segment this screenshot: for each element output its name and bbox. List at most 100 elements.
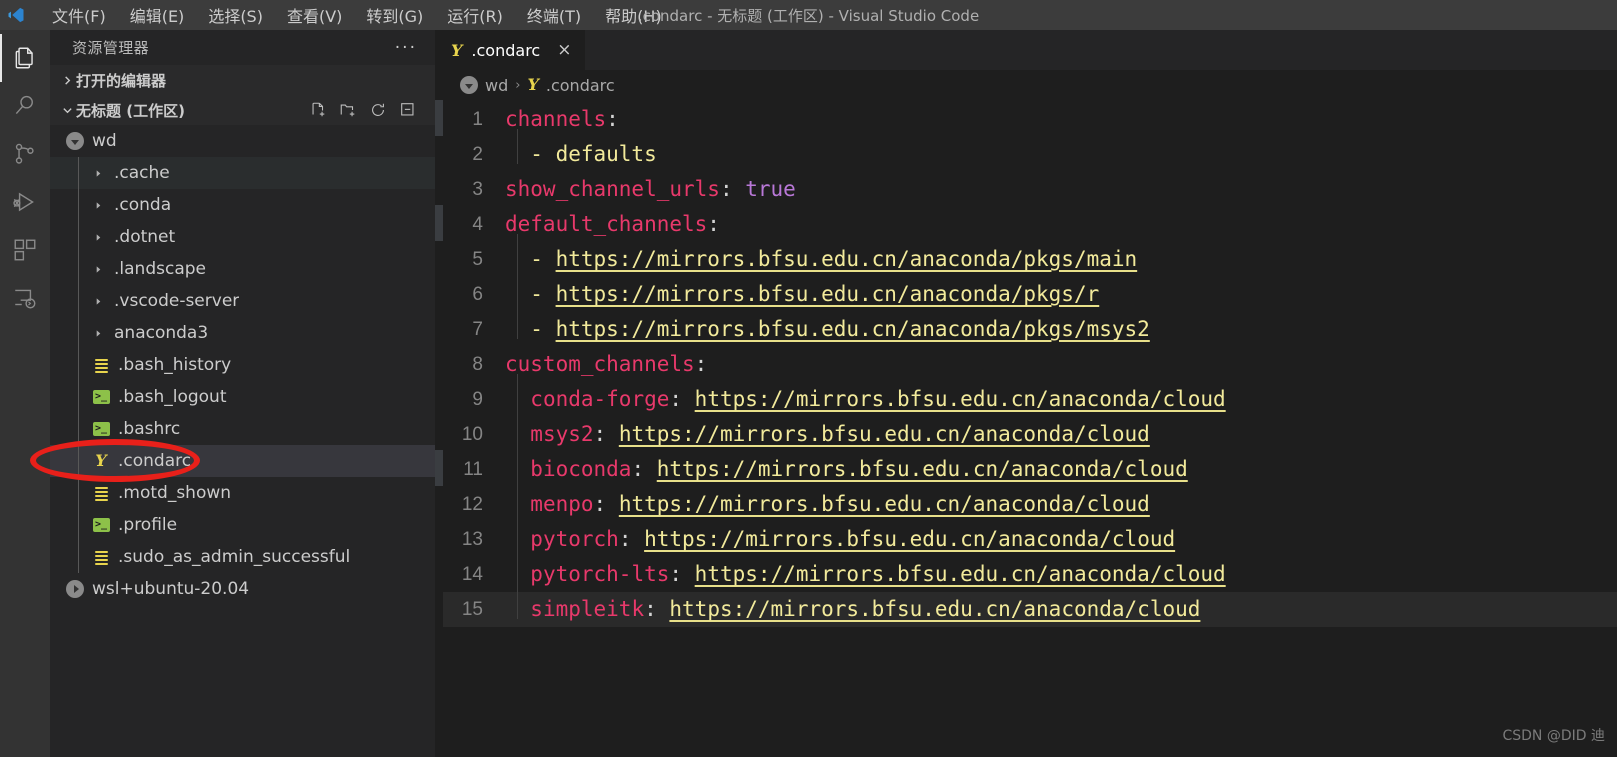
token-link[interactable]: https://mirrors.bfsu.edu.cn/anaconda/clo… xyxy=(695,387,1226,411)
token-key: menpo xyxy=(530,492,594,516)
token-link[interactable]: https://mirrors.bfsu.edu.cn/anaconda/pkg… xyxy=(556,282,1100,306)
code-line[interactable]: 9 conda-forge: https://mirrors.bfsu.edu.… xyxy=(443,374,1617,417)
activity-source-control[interactable] xyxy=(0,130,50,178)
breadcrumb-item-file[interactable]: .condarc xyxy=(546,76,615,95)
tree-row-wsl+ubuntu-20.04[interactable]: wsl+ubuntu-20.04 xyxy=(50,573,435,605)
token-link[interactable]: https://mirrors.bfsu.edu.cn/anaconda/clo… xyxy=(657,457,1188,481)
code-line[interactable]: 15 simpleitk: https://mirrors.bfsu.edu.c… xyxy=(443,584,1617,627)
code-line[interactable]: 8 custom_channels: xyxy=(443,347,1617,382)
code-line[interactable]: 14 pytorch-lts: https://mirrors.bfsu.edu… xyxy=(443,549,1617,592)
tree-row-.condarc[interactable]: Y .condarc xyxy=(50,445,435,477)
activity-explorer[interactable] xyxy=(0,34,50,82)
collapse-all-icon[interactable] xyxy=(399,101,417,119)
menu-run[interactable]: 运行(R) xyxy=(435,0,515,30)
code-line[interactable]: 2 - defaults xyxy=(443,129,1617,172)
menu-selection[interactable]: 选择(S) xyxy=(196,0,275,30)
tree-indent-guide xyxy=(78,157,79,189)
token-link[interactable]: https://mirrors.bfsu.edu.cn/anaconda/clo… xyxy=(695,562,1226,586)
tree-row-.dotnet[interactable]: .dotnet xyxy=(50,221,435,253)
section-workspace-label: 无标题 (工作区) xyxy=(76,101,185,120)
decoration-mark xyxy=(435,205,443,241)
menu-go[interactable]: 转到(G) xyxy=(354,0,435,30)
tree-row-.sudo_as_admin_successful[interactable]: .sudo_as_admin_successful xyxy=(50,541,435,573)
token-link[interactable]: https://mirrors.bfsu.edu.cn/anaconda/clo… xyxy=(619,492,1150,516)
code-lines[interactable]: 1 channels: 2 - defaults 3 show_channel_urls… xyxy=(443,100,1617,757)
token-link[interactable]: https://mirrors.bfsu.edu.cn/anaconda/clo… xyxy=(619,422,1150,446)
tree-row-label: .sudo_as_admin_successful xyxy=(118,547,351,567)
tree-row-.bashrc[interactable]: >_ .bashrc xyxy=(50,413,435,445)
chevron-right-icon[interactable] xyxy=(90,265,106,274)
code-line[interactable]: 5 - https://mirrors.bfsu.edu.cn/anaconda… xyxy=(443,234,1617,277)
chevron-right-icon[interactable] xyxy=(90,233,106,242)
token-link[interactable]: https://mirrors.bfsu.edu.cn/anaconda/pkg… xyxy=(556,317,1150,341)
tab-condarc[interactable]: Y .condarc × xyxy=(435,30,586,70)
code-text: pytorch-lts: https://mirrors.bfsu.edu.cn… xyxy=(505,549,1226,592)
tree-indent-guide xyxy=(78,477,79,509)
code-line[interactable]: 10 msys2: https://mirrors.bfsu.edu.cn/an… xyxy=(443,409,1617,452)
activity-remote-explorer[interactable] xyxy=(0,274,50,322)
code-text: - https://mirrors.bfsu.edu.cn/anaconda/p… xyxy=(505,304,1150,347)
tree-row-.conda[interactable]: .conda xyxy=(50,189,435,221)
code-line[interactable]: 1 channels: xyxy=(443,102,1617,137)
token-link[interactable]: https://mirrors.bfsu.edu.cn/anaconda/pkg… xyxy=(556,247,1138,271)
tree-row-.bash_logout[interactable]: >_ .bash_logout xyxy=(50,381,435,413)
menu-file[interactable]: 文件(F) xyxy=(40,0,118,30)
search-icon xyxy=(12,93,38,119)
code-text: - defaults xyxy=(505,129,657,172)
chevron-down-icon xyxy=(58,105,76,116)
chevron-right-icon[interactable] xyxy=(90,329,106,338)
tree-row-.motd_shown[interactable]: .motd_shown xyxy=(50,477,435,509)
tree-row-.profile[interactable]: >_ .profile xyxy=(50,509,435,541)
tree-row-label: .profile xyxy=(118,515,178,535)
token-link[interactable]: https://mirrors.bfsu.edu.cn/anaconda/clo… xyxy=(644,527,1175,551)
breadcrumb-item-folder[interactable]: wd xyxy=(485,76,508,95)
menu-bar[interactable]: 文件(F) 编辑(E) 选择(S) 查看(V) 转到(G) 运行(R) 终端(T… xyxy=(32,0,674,30)
line-number: 12 xyxy=(461,494,483,515)
watermark: CSDN @DID 迪 xyxy=(1502,728,1605,744)
menu-help[interactable]: 帮助(H) xyxy=(593,0,674,30)
file-tree[interactable]: wd .cache .conda .dotnet .landscape .vscode-s… xyxy=(50,125,435,757)
tree-indent-guide xyxy=(78,349,79,381)
section-open-editors[interactable]: 打开的编辑器 xyxy=(50,65,435,95)
code-line[interactable]: 13 pytorch: https://mirrors.bfsu.edu.cn/… xyxy=(443,514,1617,557)
chevron-right-icon[interactable] xyxy=(90,201,106,210)
tree-row-.landscape[interactable]: .landscape xyxy=(50,253,435,285)
tree-indent-guide xyxy=(78,221,79,253)
token-key: simpleitk xyxy=(530,597,645,621)
section-workspace[interactable]: 无标题 (工作区) xyxy=(50,95,435,125)
sidebar-more-actions-icon[interactable]: ··· xyxy=(395,39,417,56)
activity-extensions[interactable] xyxy=(0,226,50,274)
token-punc: - xyxy=(505,247,556,271)
code-line[interactable]: 3 show_channel_urls: true xyxy=(443,172,1617,207)
code-line[interactable]: 12 menpo: https://mirrors.bfsu.edu.cn/an… xyxy=(443,479,1617,522)
code-line[interactable]: 7 - https://mirrors.bfsu.edu.cn/anaconda… xyxy=(443,304,1617,347)
menu-terminal[interactable]: 终端(T) xyxy=(515,0,593,30)
token-link[interactable]: https://mirrors.bfsu.edu.cn/anaconda/clo… xyxy=(669,597,1200,621)
menu-edit[interactable]: 编辑(E) xyxy=(118,0,197,30)
tree-row-.vscode-server[interactable]: .vscode-server xyxy=(50,285,435,317)
run-and-debug-icon xyxy=(12,189,38,215)
tree-row-label: .bash_logout xyxy=(118,387,227,407)
code-line[interactable]: 6 - https://mirrors.bfsu.edu.cn/anaconda… xyxy=(443,269,1617,312)
tree-row-anaconda3[interactable]: anaconda3 xyxy=(50,317,435,349)
new-file-icon[interactable] xyxy=(309,101,327,119)
activity-search[interactable] xyxy=(0,82,50,130)
section-open-editors-label: 打开的编辑器 xyxy=(76,71,167,90)
tree-row-wd[interactable]: wd xyxy=(50,125,435,157)
tree-row-.bash_history[interactable]: .bash_history xyxy=(50,349,435,381)
code-line[interactable]: 11 bioconda: https://mirrors.bfsu.edu.cn… xyxy=(443,444,1617,487)
line-number: 14 xyxy=(461,564,483,585)
code-indent-guide xyxy=(517,374,518,409)
new-folder-icon[interactable] xyxy=(339,101,357,119)
chevron-right-icon[interactable] xyxy=(90,169,106,178)
tree-row-.cache[interactable]: .cache xyxy=(50,157,435,189)
code-text: default_channels: xyxy=(505,207,720,242)
close-icon[interactable]: × xyxy=(557,42,571,59)
activity-run-debug[interactable] xyxy=(0,178,50,226)
code-editor[interactable]: 1 channels: 2 - defaults 3 show_channel_urls… xyxy=(435,100,1617,757)
code-line[interactable]: 4 default_channels: xyxy=(443,207,1617,242)
tree-row-label: .cache xyxy=(114,163,170,183)
refresh-icon[interactable] xyxy=(369,101,387,119)
chevron-right-icon[interactable] xyxy=(90,297,106,306)
menu-view[interactable]: 查看(V) xyxy=(275,0,354,30)
